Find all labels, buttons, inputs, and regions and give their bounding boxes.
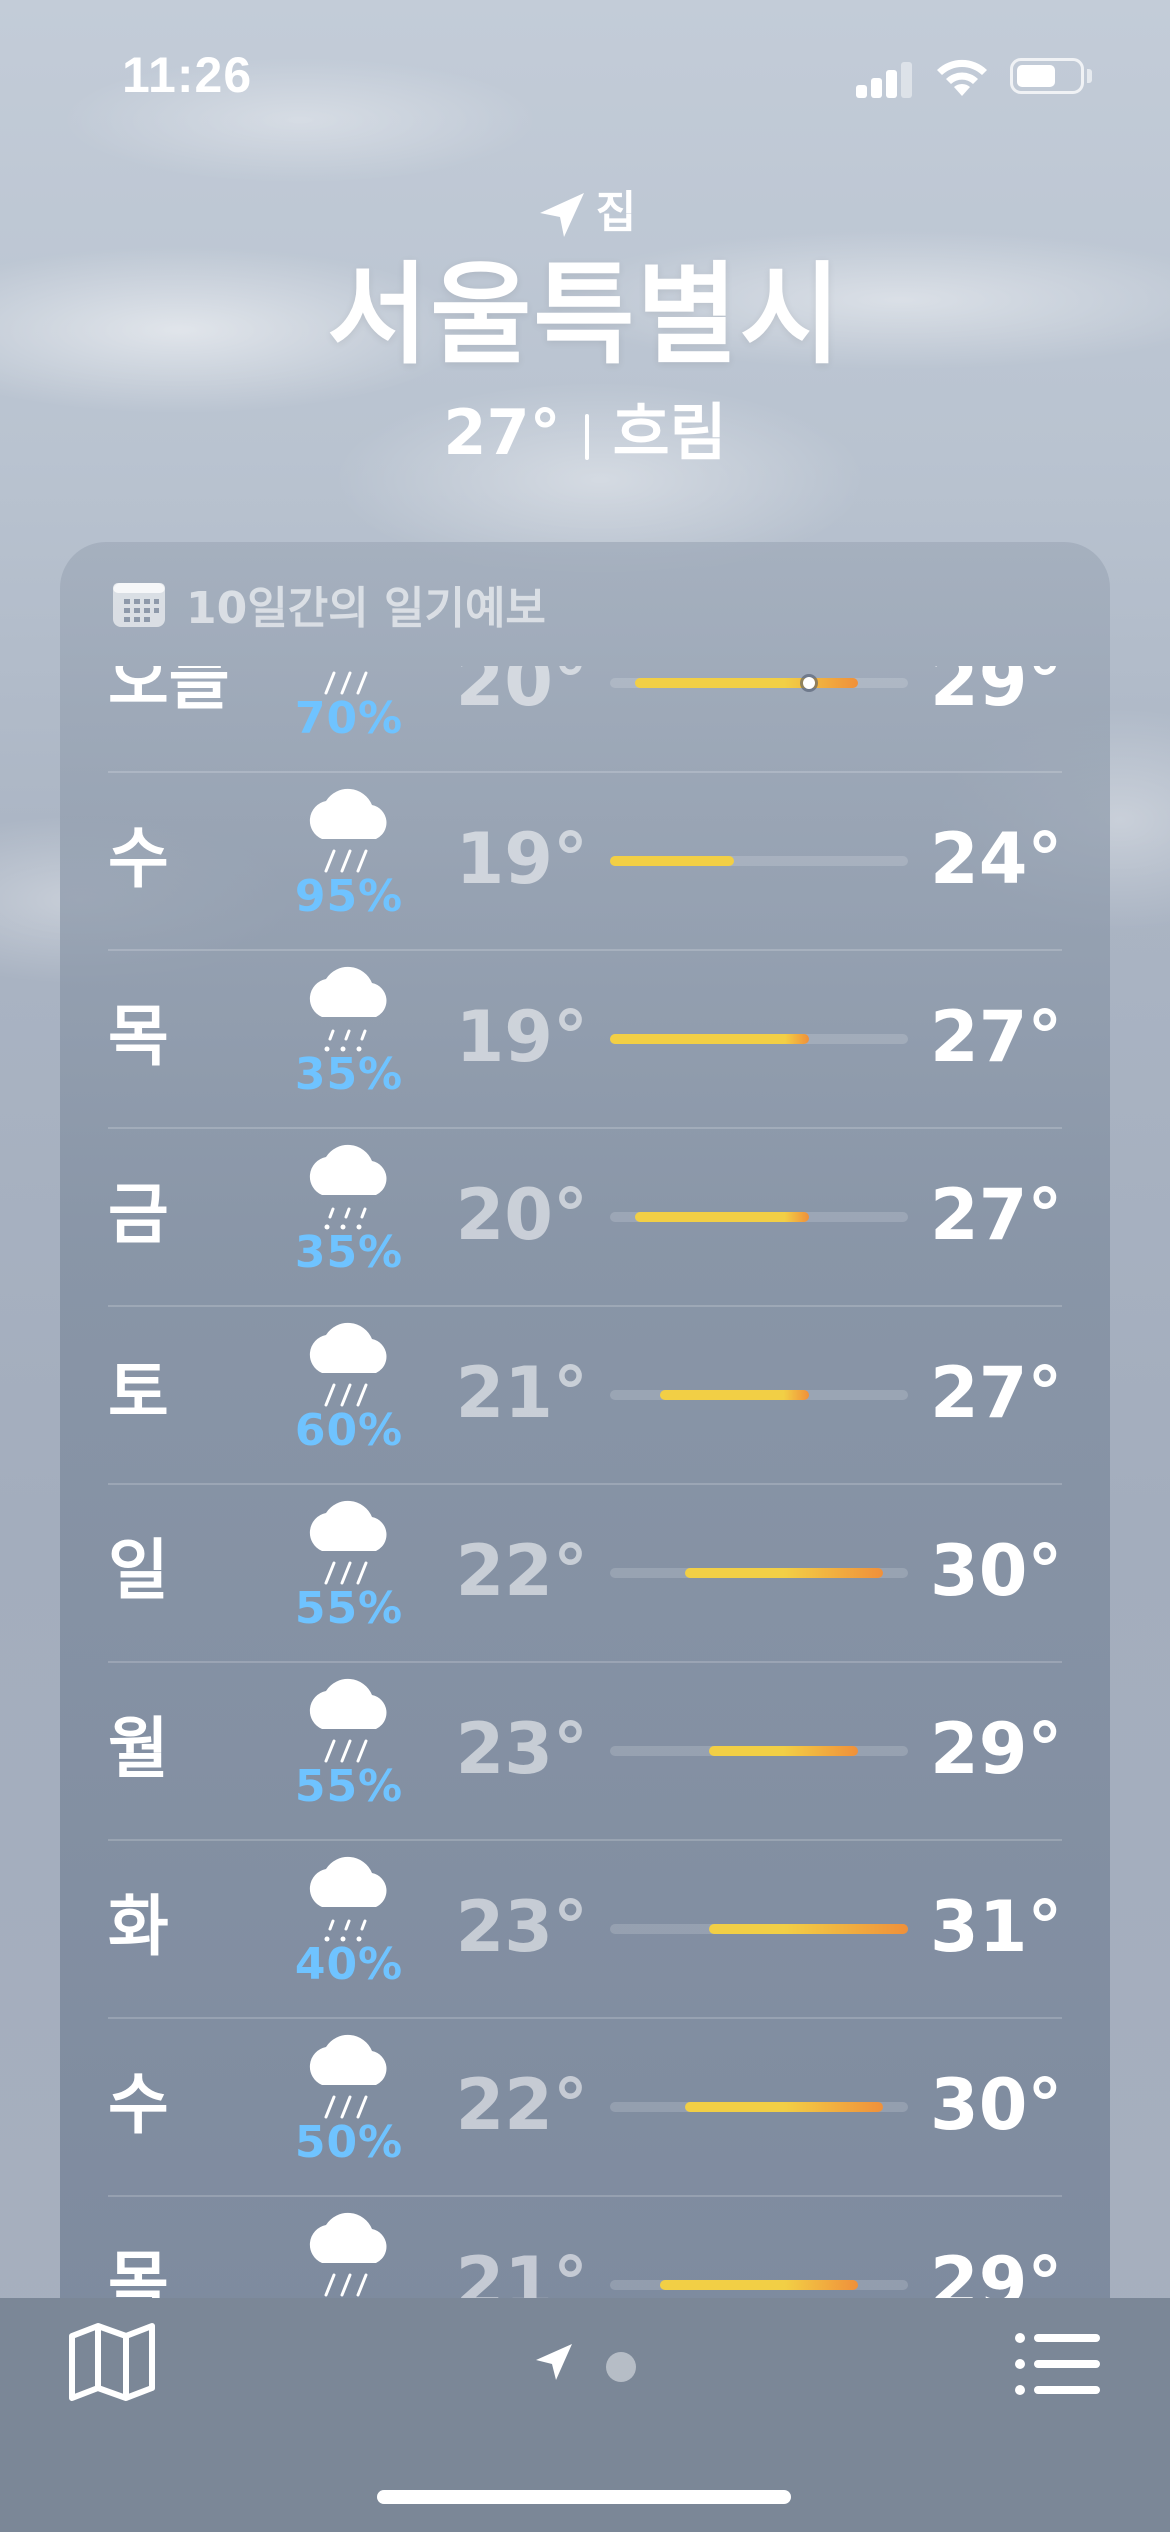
- location-label: 집: [595, 187, 637, 238]
- temperature-range-fill: [659, 2280, 859, 2290]
- low-temperature: 22°: [455, 1530, 588, 1612]
- day-label: 목: [108, 998, 169, 1075]
- low-temperature: 22°: [455, 2064, 588, 2146]
- cloud-rain-icon: [309, 788, 387, 873]
- high-temperature: 27°: [930, 996, 1063, 1078]
- temperature-range-bar: [610, 2280, 908, 2290]
- low-temperature: 20°: [455, 666, 588, 722]
- forecast-row[interactable]: 수 50% 22° 30°: [60, 2019, 1110, 2197]
- forecast-list-viewport[interactable]: 오늘 70% 20° 29° 수 95% 19° 24° 목 35% 19° 2…: [60, 666, 1110, 2302]
- temperature-range-fill: [634, 678, 859, 688]
- day-label: 금: [108, 1176, 169, 1253]
- cloud-rain-icon: [309, 966, 387, 1052]
- temperature-range-bar: [610, 856, 908, 866]
- high-temperature: 30°: [930, 2064, 1063, 2146]
- temperature-range-fill: [709, 1746, 859, 1756]
- calendar-icon: [113, 583, 165, 627]
- high-temperature: 24°: [930, 818, 1063, 900]
- cloud-rain-icon: [309, 2034, 387, 2119]
- current-conditions: 27° 흐림: [0, 382, 1170, 472]
- cloud-rain-icon: [309, 1678, 387, 1763]
- current-temperature: 27°: [443, 396, 561, 469]
- map-icon[interactable]: [68, 2322, 156, 2402]
- separator: [584, 414, 589, 460]
- temperature-range-fill: [634, 1212, 809, 1222]
- current-temperature-marker: [802, 677, 815, 689]
- day-label: 토: [108, 1354, 169, 1431]
- location-arrow-icon: [539, 193, 584, 237]
- day-label: 수: [108, 820, 169, 897]
- forecast-row[interactable]: 오늘 70% 20° 29°: [60, 666, 1110, 773]
- current-location-page-icon[interactable]: [532, 2340, 576, 2384]
- temperature-range-fill: [684, 1568, 884, 1578]
- city-name: 서울특별시: [327, 251, 843, 379]
- temperature-range-fill: [610, 1034, 809, 1044]
- cloud-rain-icon: [309, 1500, 387, 1585]
- forecast-row[interactable]: 화 40% 23° 31°: [60, 1841, 1110, 2019]
- temperature-range-bar: [610, 1034, 908, 1044]
- forecast-list: 오늘 70% 20° 29° 수 95% 19° 24° 목 35% 19° 2…: [60, 666, 1110, 2302]
- day-label: 화: [108, 1888, 169, 1965]
- cloud-rain-icon: [309, 1322, 387, 1407]
- forecast-row[interactable]: 목 21° 29°: [60, 2197, 1110, 2302]
- temperature-range-bar: [610, 1924, 908, 1934]
- low-temperature: 21°: [455, 2242, 588, 2302]
- page-indicator-dot[interactable]: [606, 2352, 636, 2382]
- battery-icon: [1010, 58, 1084, 94]
- status-bar: 11:26: [0, 0, 1170, 150]
- day-label: 월: [108, 1710, 169, 1787]
- home-indicator[interactable]: [377, 2490, 791, 2504]
- wifi-icon: [937, 59, 987, 96]
- cellular-signal-icon: [856, 58, 914, 98]
- temperature-range-fill: [709, 1924, 908, 1934]
- day-label: 목: [108, 2244, 169, 2302]
- low-temperature: 23°: [455, 1708, 588, 1790]
- low-temperature: 19°: [455, 818, 588, 900]
- cloud-rain-icon: [309, 1144, 387, 1230]
- temperature-range-bar: [610, 1746, 908, 1756]
- battery-cap: [1087, 69, 1092, 83]
- high-temperature: 29°: [930, 1708, 1063, 1790]
- low-temperature: 21°: [455, 1352, 588, 1434]
- temperature-range-bar: [610, 1568, 908, 1578]
- high-temperature: 27°: [930, 1352, 1063, 1434]
- forecast-row[interactable]: 수 95% 19° 24°: [60, 773, 1110, 951]
- cloud-rain-icon: [309, 1856, 387, 1942]
- day-label: 오늘: [108, 666, 230, 719]
- temperature-range-fill: [610, 856, 735, 866]
- low-temperature: 19°: [455, 996, 588, 1078]
- ten-day-forecast-card[interactable]: 10일간의 일기예보 오늘 70% 20° 29° 수 95% 19° 24° …: [60, 542, 1110, 2302]
- forecast-row[interactable]: 목 35% 19° 27°: [60, 951, 1110, 1129]
- card-header: 10일간의 일기예보: [112, 574, 546, 634]
- temperature-range-bar: [610, 1212, 908, 1222]
- forecast-row[interactable]: 토 60% 21° 27°: [60, 1307, 1110, 1485]
- list-icon[interactable]: [1014, 2332, 1102, 2396]
- day-label: 일: [108, 1532, 169, 1609]
- high-temperature: 27°: [930, 1174, 1063, 1256]
- day-label: 수: [108, 2066, 169, 2143]
- temperature-range-bar: [610, 1390, 908, 1400]
- card-title: 10일간의 일기예보: [186, 583, 546, 634]
- forecast-row[interactable]: 월 55% 23° 29°: [60, 1663, 1110, 1841]
- high-temperature: 30°: [930, 1530, 1063, 1612]
- forecast-row[interactable]: 금 35% 20° 27°: [60, 1129, 1110, 1307]
- temperature-range-bar: [610, 2102, 908, 2112]
- status-time: 11:26: [122, 47, 253, 103]
- temperature-range-bar: [610, 677, 908, 689]
- high-temperature: 29°: [930, 2242, 1063, 2302]
- low-temperature: 23°: [455, 1886, 588, 1968]
- location-line: 집: [0, 176, 1170, 243]
- temperature-range-fill: [684, 2102, 884, 2112]
- temperature-range-fill: [659, 1390, 809, 1400]
- high-temperature: 31°: [930, 1886, 1063, 1968]
- condition-text: 흐림: [612, 396, 727, 469]
- low-temperature: 20°: [455, 1174, 588, 1256]
- high-temperature: 29°: [930, 666, 1063, 722]
- forecast-row[interactable]: 일 55% 22° 30°: [60, 1485, 1110, 1663]
- cloud-rain-icon: [309, 2212, 387, 2297]
